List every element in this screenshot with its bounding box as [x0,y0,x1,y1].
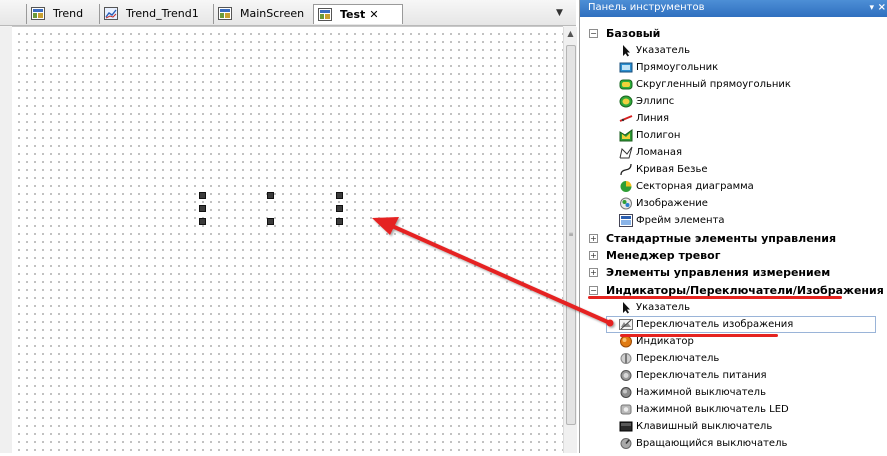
rounded-rectangle-icon [619,78,633,91]
selection-handle[interactable] [199,218,206,225]
ellipse-icon [619,95,633,108]
visualization-icon [218,6,232,20]
vertical-scrollbar[interactable]: ▲ ≡ [563,27,577,453]
rectangle-icon [619,61,633,74]
tab-label: Trend_Trend1 [126,7,199,20]
annotation-underline [588,296,842,299]
editor-tab-bar: Trend Trend_Trend1 MainScreen Test ✕ ▼ [0,0,576,26]
selection-handle[interactable] [199,192,206,199]
expand-icon[interactable]: + [589,233,598,243]
power-switch-icon [619,369,633,382]
pie-chart-icon [619,180,633,193]
category-basic[interactable]: − Базовый [580,25,660,42]
switch-icon [619,352,633,365]
selection-handle[interactable] [336,205,343,212]
selection-handle[interactable] [267,192,274,199]
expand-icon[interactable]: + [589,250,598,260]
tab-label: MainScreen [240,7,305,20]
tab-trend[interactable]: Trend [26,4,98,24]
category-label: Стандартные элементы управления [606,232,837,245]
category-alarm-manager[interactable]: + Менеджер тревог [580,247,720,264]
tab-test[interactable]: Test ✕ [313,4,403,24]
bezier-curve-icon [619,163,633,176]
selection-handle[interactable] [199,205,206,212]
visualization-icon [318,7,332,21]
collapse-icon[interactable]: − [589,28,598,38]
scroll-up-icon[interactable]: ▲ [564,27,577,41]
toolbox-panel: Панель инструментов ▾ × − Базовый Указате… [579,0,887,453]
selection-handle[interactable] [336,218,343,225]
line-icon [619,112,633,125]
scrollbar-thumb[interactable]: ≡ [566,45,576,425]
tab-label: Trend [53,7,84,20]
category-label: Менеджер тревог [606,249,721,262]
pointer-icon [619,44,633,57]
selection-handle[interactable] [267,218,274,225]
rocker-switch-icon [619,420,633,433]
selection-handle[interactable] [336,192,343,199]
tab-trend-trend1[interactable]: Trend_Trend1 [99,4,211,24]
push-switch-icon [619,386,633,399]
tab-mainscreen[interactable]: MainScreen [213,4,307,24]
category-measurement-controls[interactable]: + Элементы управления измерением [580,264,830,281]
collapse-icon[interactable]: − [589,285,598,295]
toolbox-title: Панель инструментов [588,2,705,13]
element-frame-icon [619,214,633,227]
push-switch-led-icon [619,403,633,416]
visualization-editor: Trend Trend_Trend1 MainScreen Test ✕ ▼ ▲… [0,0,577,453]
rotary-switch-icon [619,437,633,450]
category-label: Базовый [606,27,661,40]
tab-label: Test [340,8,366,21]
polyline-icon [619,146,633,159]
image-icon [619,197,633,210]
design-canvas[interactable] [12,27,563,453]
close-icon[interactable]: ✕ [369,8,378,21]
toolbox-title-bar: Панель инструментов ▾ × [580,0,887,17]
pointer-icon [619,301,633,314]
grip-icon: ≡ [568,231,574,238]
pin-dropdown-icon[interactable]: ▾ [869,0,874,16]
expand-icon[interactable]: + [589,267,598,277]
category-standard-controls[interactable]: + Стандартные элементы управления [580,230,836,247]
category-label: Элементы управления измерением [606,266,831,279]
polygon-icon [619,129,633,142]
visualization-icon [31,6,45,20]
close-icon[interactable]: × [878,0,886,16]
tab-list-dropdown-icon[interactable]: ▼ [556,8,563,18]
selected-item-highlight [606,316,876,333]
trend-icon [104,6,118,20]
annotation-underline [620,334,778,337]
